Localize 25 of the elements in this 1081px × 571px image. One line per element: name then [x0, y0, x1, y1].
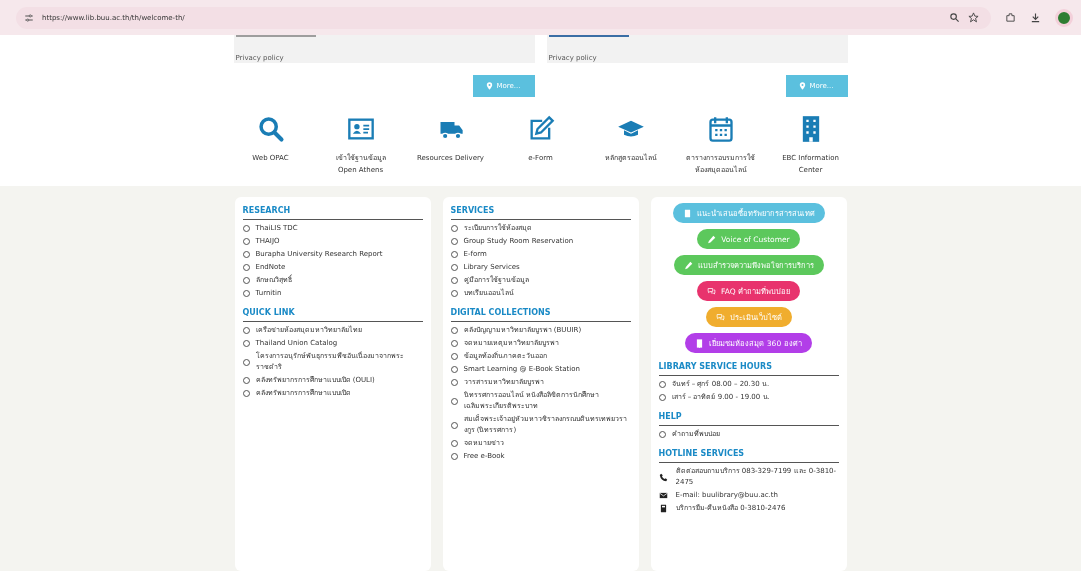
chat-icon — [715, 312, 725, 322]
chat-icon — [707, 286, 717, 296]
profile-avatar[interactable] — [1055, 8, 1073, 27]
pencil-icon — [683, 260, 693, 270]
section-heading: LIBRARY SERVICE HOURS — [658, 362, 773, 371]
star-icon[interactable] — [968, 12, 979, 23]
extensions-icon[interactable] — [1005, 12, 1016, 23]
pencil-icon — [707, 234, 717, 244]
calendar-icon — [706, 115, 735, 143]
site-settings-icon[interactable] — [24, 12, 34, 23]
search-icon — [256, 115, 285, 143]
section-heading: HOTLINE SERVICES — [658, 449, 746, 458]
section-heading: QUICK LINK — [242, 308, 296, 317]
section-heading: RESEARCH — [242, 206, 292, 215]
section-heading: DIGITAL COLLECTIONS — [450, 308, 552, 317]
pin-icon — [799, 82, 807, 90]
phone-icon — [658, 472, 668, 482]
zoom-icon[interactable] — [949, 12, 960, 23]
download-icon[interactable] — [1030, 12, 1041, 23]
section-heading: HELP — [658, 412, 683, 421]
pin-icon — [486, 82, 494, 90]
book-icon — [682, 208, 692, 218]
book-icon — [658, 504, 668, 513]
section-heading: SERVICES — [450, 206, 496, 215]
envelope-icon — [658, 491, 668, 500]
